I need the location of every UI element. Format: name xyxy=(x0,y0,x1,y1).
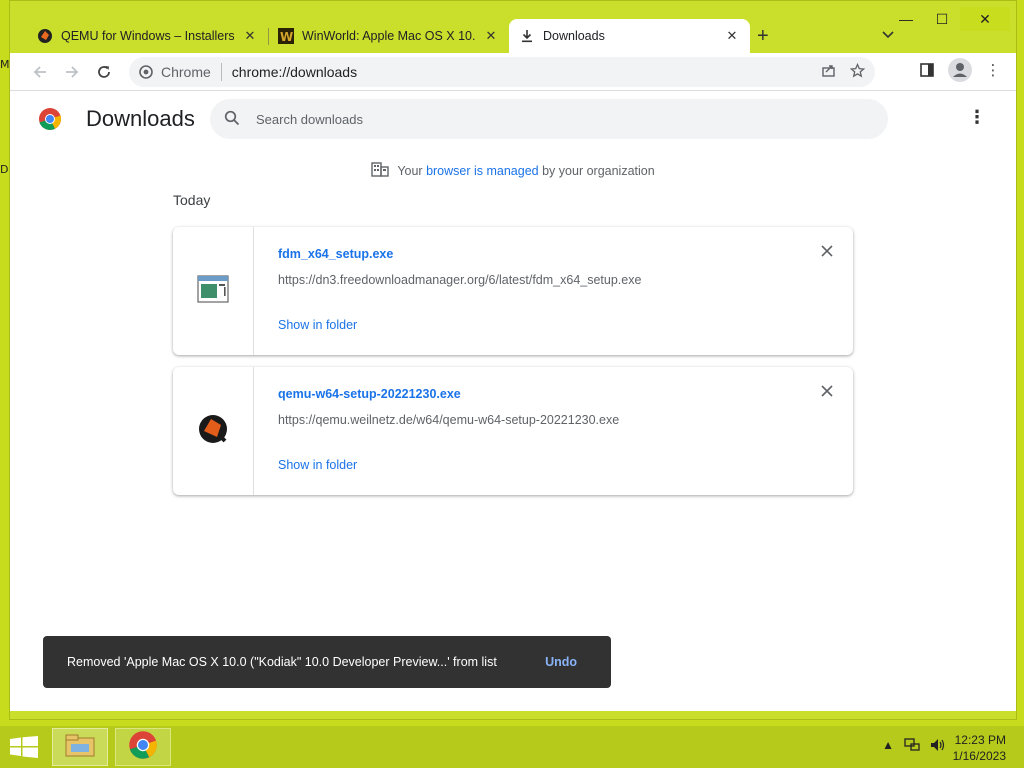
desktop-edge-text: D xyxy=(0,163,9,176)
taskbar-chrome[interactable] xyxy=(115,728,171,766)
forward-button[interactable] xyxy=(56,56,88,88)
taskbar-clock[interactable]: 12:23 PM 1/16/2023 xyxy=(953,732,1006,764)
search-downloads-bar[interactable] xyxy=(210,99,888,139)
remove-download-close-icon[interactable] xyxy=(821,384,833,401)
date-section-label: Today xyxy=(173,192,211,208)
new-tab-button[interactable]: + xyxy=(757,25,769,48)
download-url[interactable]: https://qemu.weilnetz.de/w64/qemu-w64-se… xyxy=(278,413,619,427)
undo-button[interactable]: Undo xyxy=(545,655,577,669)
exe-window-icon xyxy=(197,274,229,308)
download-item: qemu-w64-setup-20221230.exe https://qemu… xyxy=(173,367,853,495)
clock-time: 12:23 PM xyxy=(954,733,1006,747)
tab-close-icon[interactable]: ✕ xyxy=(724,28,740,44)
tab-downloads[interactable]: Downloads ✕ xyxy=(509,19,750,53)
downloads-more-icon[interactable]: ⋮ xyxy=(968,107,986,128)
address-bar[interactable]: Chrome chrome://downloads xyxy=(129,57,875,87)
chrome-icon xyxy=(128,730,158,765)
toolbar-right-actions: ⋮ xyxy=(914,57,1006,83)
chrome-chip[interactable]: Chrome xyxy=(139,64,211,80)
browser-window: QEMU for Windows – Installers (6 ✕ W Win… xyxy=(9,0,1017,720)
tab-close-icon[interactable]: ✕ xyxy=(483,28,499,44)
managed-prefix: Your xyxy=(397,163,423,178)
remove-download-close-icon[interactable] xyxy=(821,244,833,261)
tab-winworld[interactable]: W WinWorld: Apple Mac OS X 10.0 ✕ xyxy=(268,19,509,53)
browser-menu-icon[interactable]: ⋮ xyxy=(980,57,1006,83)
file-explorer-icon xyxy=(65,733,95,762)
tab-close-icon[interactable]: ✕ xyxy=(242,28,258,44)
tab-qemu[interactable]: QEMU for Windows – Installers (6 ✕ xyxy=(27,19,268,53)
share-icon[interactable] xyxy=(821,63,836,81)
bookmark-star-icon[interactable] xyxy=(849,62,866,81)
browser-toolbar: Chrome chrome://downloads ⋮ xyxy=(10,53,1016,91)
download-icon xyxy=(519,28,535,44)
maximize-button[interactable]: ☐ xyxy=(924,7,960,31)
download-file-name[interactable]: fdm_x64_setup.exe xyxy=(278,247,393,261)
title-bar: QEMU for Windows – Installers (6 ✕ W Win… xyxy=(10,1,1016,53)
search-input[interactable] xyxy=(256,111,756,127)
omnibox-divider xyxy=(220,63,222,81)
windows-start-icon[interactable] xyxy=(10,736,38,763)
toast-message: Removed 'Apple Mac OS X 10.0 ("Kodiak" 1… xyxy=(67,655,497,669)
building-icon xyxy=(371,161,390,180)
show-hidden-icons-chevron-up-icon[interactable]: ▲ xyxy=(882,738,894,755)
network-icon[interactable] xyxy=(904,738,920,755)
clock-date: 1/16/2023 xyxy=(952,749,1006,763)
side-panel-icon[interactable] xyxy=(914,57,940,83)
window-controls: — ☐ ✕ xyxy=(888,7,1010,31)
file-icon-column xyxy=(173,367,254,495)
winworld-favicon-icon: W xyxy=(278,28,294,44)
page-title: Downloads xyxy=(86,106,195,131)
close-window-button[interactable]: ✕ xyxy=(960,7,1010,31)
tab-strip: QEMU for Windows – Installers (6 ✕ W Win… xyxy=(27,19,750,53)
tab-title: QEMU for Windows – Installers (6 xyxy=(61,29,234,43)
volume-icon[interactable] xyxy=(930,738,946,755)
removed-toast: Removed 'Apple Mac OS X 10.0 ("Kodiak" 1… xyxy=(43,636,611,688)
managed-notice: Your browser is managed by your organiza… xyxy=(10,161,1016,180)
qemu-favicon-icon xyxy=(37,28,53,44)
profile-avatar-icon[interactable] xyxy=(948,58,972,82)
taskbar-file-explorer[interactable] xyxy=(52,728,108,766)
reload-button[interactable] xyxy=(88,56,120,88)
taskbar: ▲ 12:23 PM 1/16/2023 xyxy=(0,726,1024,768)
back-button[interactable] xyxy=(24,56,56,88)
chrome-icon xyxy=(139,65,153,79)
managed-suffix: by your organization xyxy=(542,163,655,178)
download-url[interactable]: https://dn3.freedownloadmanager.org/6/la… xyxy=(278,273,641,287)
system-tray: ▲ xyxy=(882,738,946,755)
tab-title: WinWorld: Apple Mac OS X 10.0 xyxy=(302,29,475,43)
chip-label: Chrome xyxy=(161,64,211,80)
svg-text:W: W xyxy=(280,30,293,44)
search-icon[interactable] xyxy=(224,110,240,129)
download-file-name[interactable]: qemu-w64-setup-20221230.exe xyxy=(278,387,461,401)
managed-link[interactable]: browser is managed xyxy=(426,164,539,178)
tab-title: Downloads xyxy=(543,29,605,43)
downloads-page: Downloads ⋮ Your browser is managed by y… xyxy=(10,91,1016,711)
omnibox-actions xyxy=(821,62,866,81)
minimize-button[interactable]: — xyxy=(888,7,924,31)
url-text[interactable]: chrome://downloads xyxy=(232,64,357,80)
download-item: fdm_x64_setup.exe https://dn3.freedownlo… xyxy=(173,227,853,355)
show-in-folder-link[interactable]: Show in folder xyxy=(278,458,357,472)
qemu-icon xyxy=(197,413,229,450)
show-in-folder-link[interactable]: Show in folder xyxy=(278,318,357,332)
downloads-header: Downloads ⋮ xyxy=(10,91,1016,147)
chrome-logo-icon xyxy=(38,107,62,136)
file-icon-column xyxy=(173,227,254,355)
